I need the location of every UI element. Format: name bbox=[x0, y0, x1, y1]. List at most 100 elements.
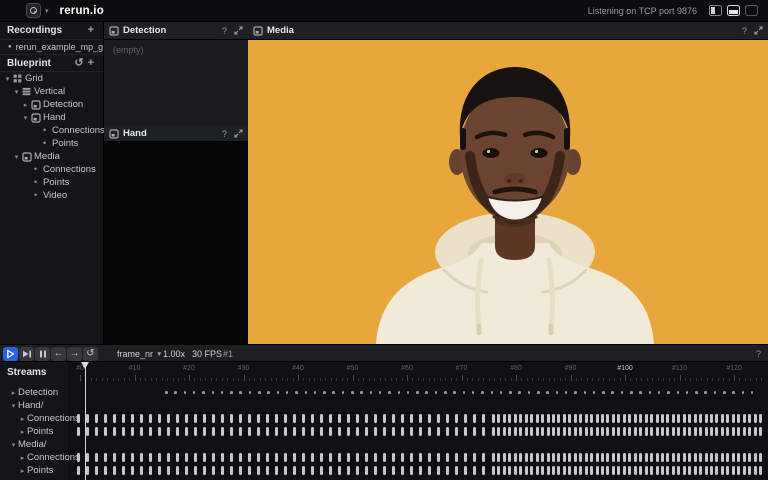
ruler-tick bbox=[227, 378, 228, 381]
help-icon[interactable]: ? bbox=[742, 26, 747, 36]
event-marker bbox=[601, 427, 604, 436]
pause-button[interactable] bbox=[35, 347, 50, 361]
event-marker bbox=[428, 466, 431, 475]
event-marker bbox=[311, 427, 314, 436]
blueprint-item-video[interactable]: •Video bbox=[0, 189, 103, 202]
event-marker bbox=[482, 453, 485, 462]
expander-icon[interactable]: ▸ bbox=[21, 101, 30, 109]
expander-icon[interactable]: ▾ bbox=[9, 441, 18, 449]
detection-view[interactable]: (empty) bbox=[104, 40, 248, 126]
expander-icon[interactable]: ▾ bbox=[12, 153, 21, 161]
event-marker bbox=[694, 466, 697, 475]
add-view-button[interactable]: + bbox=[86, 58, 96, 69]
left-panel-toggle-icon[interactable] bbox=[709, 5, 722, 16]
event-marker bbox=[661, 466, 664, 475]
recording-item[interactable]: ●rerun_example_mp_gestu… bbox=[0, 40, 103, 54]
ruler-tick bbox=[511, 378, 512, 381]
timeline-ruler[interactable]: #0#10#20#30#40#50#60#70#80#90#100#110#12… bbox=[0, 362, 768, 382]
media-view-header[interactable]: Media ? bbox=[248, 22, 768, 40]
step-to-latest-button[interactable] bbox=[19, 347, 34, 361]
blueprint-item-points[interactable]: •Points bbox=[0, 137, 103, 150]
rerun-logo-icon[interactable] bbox=[26, 3, 41, 18]
stream-row-media[interactable]: ▾Media/ bbox=[9, 438, 47, 451]
fps-indicator[interactable]: 30 FPS bbox=[192, 345, 222, 363]
event-marker bbox=[356, 466, 359, 475]
help-icon[interactable]: ? bbox=[222, 129, 227, 139]
hand-view[interactable] bbox=[104, 142, 248, 344]
ruler-tick bbox=[396, 378, 397, 381]
ruler-tick bbox=[314, 378, 315, 381]
event-marker bbox=[541, 414, 544, 423]
event-marker bbox=[726, 466, 729, 475]
ruler-tick bbox=[145, 378, 146, 381]
media-view[interactable] bbox=[248, 40, 768, 344]
help-icon[interactable]: ? bbox=[222, 26, 227, 36]
event-marker bbox=[379, 391, 382, 394]
playhead-handle[interactable] bbox=[81, 362, 89, 369]
hand-view-header[interactable]: Hand ? bbox=[104, 126, 248, 142]
left-sidebar: Recordings + ●rerun_example_mp_gestu… Bl… bbox=[0, 22, 104, 344]
event-marker bbox=[193, 391, 196, 394]
reset-blueprint-icon[interactable]: ↺ bbox=[72, 58, 85, 69]
ruler-label: #120 bbox=[726, 365, 742, 372]
expander-icon[interactable]: ▾ bbox=[12, 88, 21, 96]
event-marker bbox=[530, 466, 533, 475]
timeline-select[interactable]: frame_nr▼ bbox=[117, 345, 162, 363]
expander-icon[interactable]: ▾ bbox=[21, 114, 30, 122]
event-marker bbox=[77, 466, 80, 475]
blueprint-item-vertical[interactable]: ▾Vertical bbox=[0, 85, 103, 98]
step-back-button[interactable]: ← bbox=[51, 347, 66, 361]
play-button[interactable] bbox=[3, 347, 18, 361]
blueprint-item-connections[interactable]: •Connections bbox=[0, 163, 103, 176]
event-marker bbox=[383, 466, 386, 475]
playback-speed[interactable]: 1.00x bbox=[163, 345, 185, 363]
event-marker bbox=[295, 391, 298, 394]
detection-view-header[interactable]: Detection ? bbox=[104, 22, 248, 40]
event-marker bbox=[574, 391, 577, 394]
bottom-panel-toggle-icon[interactable] bbox=[727, 5, 740, 16]
view-2d-icon bbox=[109, 26, 119, 36]
event-marker bbox=[356, 414, 359, 423]
event-marker bbox=[672, 414, 675, 423]
event-marker bbox=[347, 453, 350, 462]
event-marker bbox=[185, 414, 188, 423]
ruler-tick bbox=[173, 378, 174, 381]
ruler-tick bbox=[249, 378, 250, 381]
event-marker bbox=[666, 414, 669, 423]
event-marker bbox=[715, 427, 718, 436]
blueprint-item-hand[interactable]: ▾Hand bbox=[0, 111, 103, 124]
blueprint-item-connections[interactable]: •Connections bbox=[0, 124, 103, 137]
stream-row-hand[interactable]: ▾Hand/ bbox=[9, 399, 43, 412]
event-marker bbox=[658, 391, 661, 394]
playhead-line[interactable] bbox=[85, 362, 86, 480]
event-marker bbox=[320, 453, 323, 462]
blueprint-item-media[interactable]: ▾Media bbox=[0, 150, 103, 163]
step-forward-button[interactable]: → bbox=[67, 347, 82, 361]
maximize-view-icon[interactable] bbox=[754, 26, 763, 35]
event-marker bbox=[293, 427, 296, 436]
loop-button[interactable]: ↺ bbox=[83, 347, 98, 361]
ruler-tick bbox=[271, 378, 272, 381]
event-marker bbox=[158, 453, 161, 462]
expander-icon[interactable]: ▾ bbox=[3, 75, 12, 83]
event-marker bbox=[519, 466, 522, 475]
expander-icon[interactable]: ▾ bbox=[9, 402, 18, 410]
ruler-tick bbox=[538, 378, 539, 381]
blueprint-item-detection[interactable]: ▸Detection bbox=[0, 98, 103, 111]
event-marker bbox=[492, 453, 495, 462]
right-panel-toggle-icon[interactable] bbox=[745, 5, 758, 16]
add-recording-button[interactable]: + bbox=[86, 25, 96, 36]
app-menu-chevron-icon[interactable]: ▾ bbox=[45, 7, 49, 15]
ruler-tick bbox=[102, 378, 103, 381]
maximize-view-icon[interactable] bbox=[234, 129, 243, 138]
event-marker bbox=[617, 427, 620, 436]
event-marker bbox=[284, 466, 287, 475]
maximize-view-icon[interactable] bbox=[234, 26, 243, 35]
event-marker bbox=[634, 453, 637, 462]
event-marker bbox=[311, 453, 314, 462]
event-marker bbox=[212, 391, 215, 394]
blueprint-item-grid[interactable]: ▾Grid bbox=[0, 72, 103, 85]
blueprint-item-points[interactable]: •Points bbox=[0, 176, 103, 189]
vertical-stack-icon bbox=[21, 87, 32, 96]
help-icon[interactable]: ? bbox=[756, 345, 761, 363]
